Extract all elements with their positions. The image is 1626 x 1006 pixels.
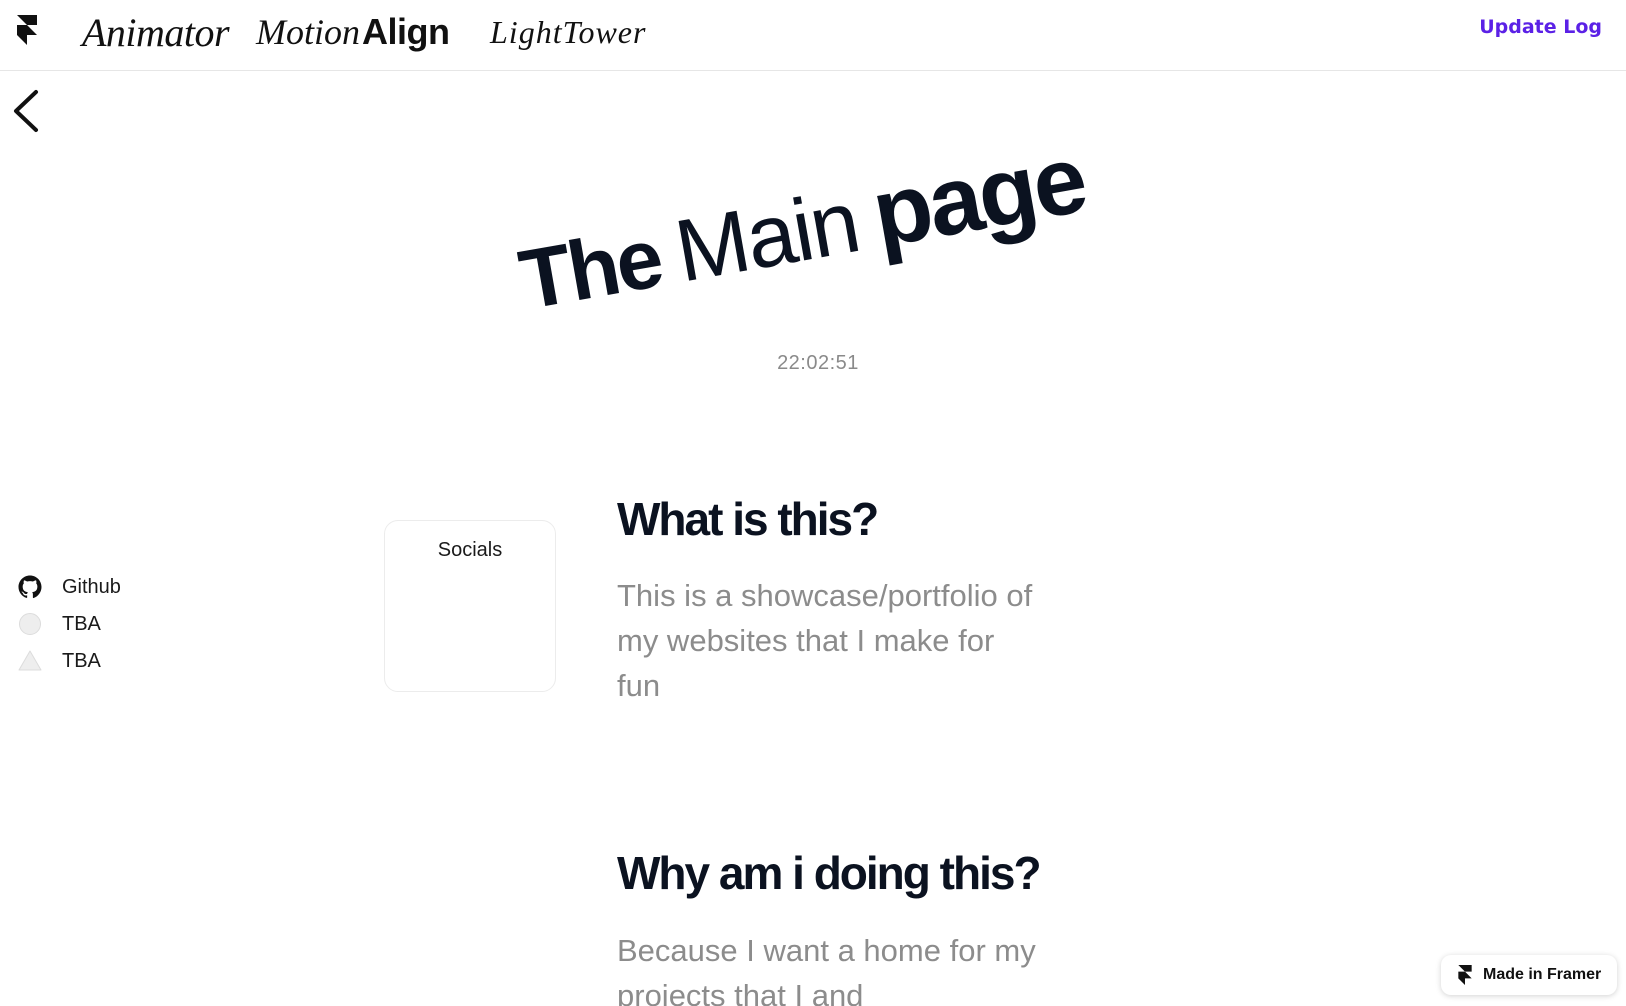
nav-link-motion-part2: Align [362,11,450,52]
hero-word-page: page [864,125,1093,268]
made-in-framer-badge[interactable]: Made in Framer [1441,955,1617,995]
page: Animator Motion Align LightTower Update L… [0,0,1626,1006]
nav-link-lighttower[interactable]: LightTower [490,6,646,58]
social-link-tba-1[interactable]: TBA [18,610,101,638]
hero-word-main: Main [668,171,866,301]
clock-time: 22:02:51 [777,352,859,374]
update-log-link[interactable]: Update Log [1479,16,1602,38]
nav-link-animator[interactable]: Animator [82,6,230,58]
hero-title: TheMainpage [511,124,1093,332]
top-nav: Animator Motion Align LightTower Update L… [0,0,1626,71]
nav-link-motion-align[interactable]: Motion Align [256,6,450,58]
made-in-framer-label: Made in Framer [1483,966,1602,983]
section-title-why: Why am i doing this? [617,847,1042,899]
socials-title: Socials [437,539,503,561]
social-label-tba-1: TBA [62,612,101,635]
chevron-left-icon[interactable] [10,86,48,136]
social-link-github[interactable]: Github [18,573,121,601]
hero-word-the: The [512,210,668,328]
nav-link-motion-part1: Motion [256,12,360,52]
social-label-github: Github [62,575,121,598]
triangle-icon [18,649,42,673]
circle-icon [18,612,42,636]
socials-card: Socials [384,520,556,692]
social-link-tba-2[interactable]: TBA [18,647,101,675]
section-title-what: What is this? [617,493,879,545]
github-icon [18,575,42,599]
section-body-what: This is a showcase/portfolio of my websi… [617,578,1033,703]
social-label-tba-2: TBA [62,649,101,672]
framer-logo-icon[interactable] [16,15,38,45]
framer-logo-icon [1458,965,1472,985]
section-body-why: Because I want a home for my projects th… [617,933,1036,1006]
